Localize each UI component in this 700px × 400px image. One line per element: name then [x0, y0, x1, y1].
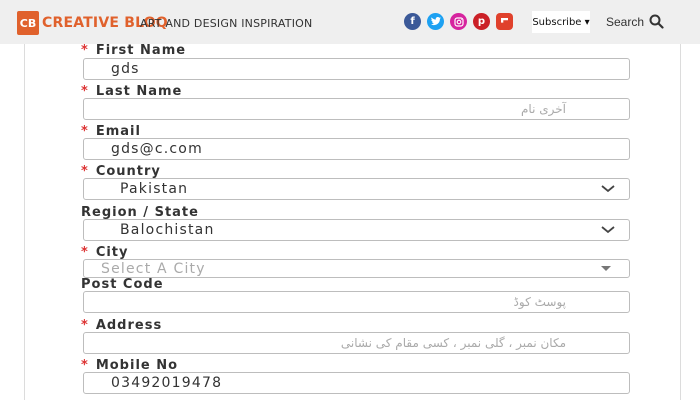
email-input[interactable]: gds@c.com	[83, 138, 630, 160]
twitter-icon[interactable]	[427, 13, 444, 30]
address-label: * Address	[81, 318, 163, 333]
flipboard-icon[interactable]	[496, 13, 513, 30]
country-value: Pakistan	[120, 181, 189, 197]
caret-down-icon	[601, 266, 611, 271]
required-star: *	[81, 43, 89, 58]
required-star: *	[81, 358, 89, 373]
first-name-value: gds	[111, 61, 140, 77]
required-star: *	[81, 164, 89, 179]
post-code-label: Post Code	[81, 277, 164, 292]
region-value: Balochistan	[120, 222, 215, 238]
email-value: gds@c.com	[111, 141, 203, 157]
search-button[interactable]: Search	[606, 14, 664, 29]
content-border-right	[680, 44, 681, 400]
last-name-placeholder: آخری نام	[520, 102, 566, 116]
address-input[interactable]: مکان نمبر ، گلی نمبر ، کسی مقام کی نشانی	[83, 332, 630, 354]
country-select[interactable]: Pakistan	[83, 178, 630, 200]
last-name-input[interactable]: آخری نام	[83, 98, 630, 120]
instagram-icon[interactable]	[450, 13, 467, 30]
mobile-label: * Mobile No	[81, 358, 179, 373]
site-header: CB CREATIVE BLOQ ART AND DESIGN INSPIRAT…	[0, 0, 700, 44]
region-select[interactable]: Balochistan	[83, 219, 630, 241]
facebook-icon[interactable]: f	[404, 13, 421, 30]
subscribe-button[interactable]: Subscribe ▾	[532, 11, 590, 33]
first-name-input[interactable]: gds	[83, 58, 630, 80]
social-links: f p	[404, 13, 513, 30]
mobile-value: 03492019478	[111, 375, 223, 391]
region-label: Region / State	[81, 205, 199, 220]
chevron-down-icon	[601, 185, 615, 193]
post-code-placeholder: پوسٹ کوڈ	[513, 295, 566, 309]
required-star: *	[81, 245, 89, 260]
required-star: *	[81, 124, 89, 139]
last-name-label: * Last Name	[81, 84, 183, 99]
city-label: * City	[81, 245, 129, 260]
address-placeholder: مکان نمبر ، گلی نمبر ، کسی مقام کی نشانی	[340, 336, 566, 350]
mobile-input[interactable]: 03492019478	[83, 372, 630, 394]
country-label: * Country	[81, 164, 161, 179]
search-icon	[649, 14, 664, 29]
pinterest-icon[interactable]: p	[473, 13, 490, 30]
post-code-input[interactable]: پوسٹ کوڈ	[83, 291, 630, 313]
required-star: *	[81, 84, 89, 99]
logo-badge: CB	[17, 11, 39, 35]
first-name-label: * First Name	[81, 43, 187, 58]
email-label: * Email	[81, 124, 141, 139]
city-placeholder: Select A City	[101, 260, 206, 277]
required-star: *	[81, 318, 89, 333]
search-label: Search	[606, 14, 645, 29]
site-tagline: ART AND DESIGN INSPIRATION	[140, 17, 313, 30]
city-select[interactable]: Select A City	[83, 259, 630, 278]
content-border-left	[24, 44, 25, 400]
chevron-down-icon	[601, 226, 615, 234]
